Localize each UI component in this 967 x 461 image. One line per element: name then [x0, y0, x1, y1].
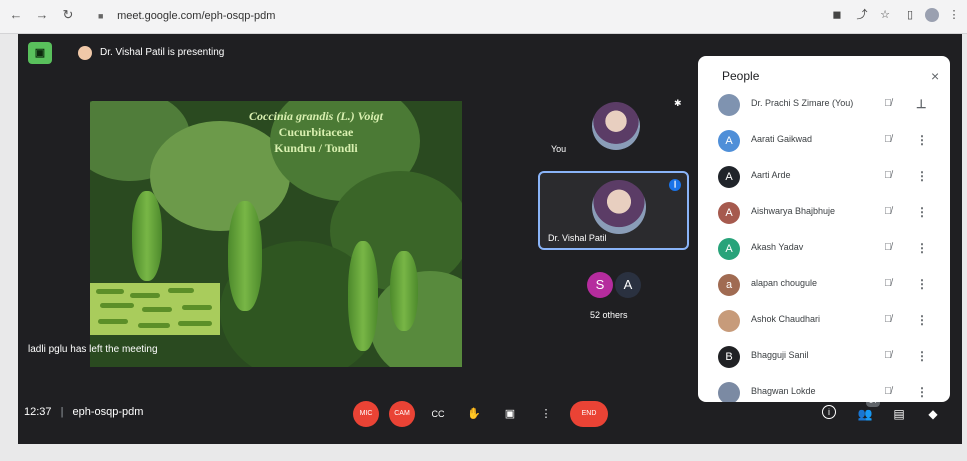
sidebar-icon[interactable]: ▯	[903, 8, 917, 22]
participant-avatar: B	[718, 346, 740, 368]
participant-row[interactable]: A Aarti Arde 🎙̸ ⋮	[698, 160, 950, 196]
participant-avatar: A	[718, 202, 740, 224]
participant-avatar: A	[718, 166, 740, 188]
info-icon[interactable]: i	[822, 405, 836, 419]
self-tile[interactable]: You ✱	[536, 94, 686, 164]
mic-off-icon[interactable]: 🎙̸	[881, 97, 895, 111]
mic-off-icon[interactable]: 🎙̸	[881, 205, 895, 219]
meeting-info: 12:37 | eph-osqp-pdm	[24, 406, 143, 418]
muted-mic-icon: ✱	[674, 98, 682, 108]
arrow-left-icon[interactable]: ←	[8, 7, 24, 23]
presenter-tile[interactable]: ❙ Dr. Vishal Patil	[538, 171, 689, 250]
lock-icon: ■	[98, 11, 104, 21]
participant-name: Ashok Chaudhari	[751, 314, 821, 324]
more-vert-icon[interactable]: ⋮	[916, 204, 928, 220]
more-options-button[interactable]: ⋮	[533, 401, 559, 427]
mic-off-icon[interactable]: 🎙̸	[881, 385, 895, 399]
camera-icon[interactable]: ◼	[830, 8, 844, 22]
mic-off-icon[interactable]: 🎙̸	[881, 133, 895, 147]
presenter-tile-avatar	[592, 180, 646, 234]
participant-avatar	[718, 310, 740, 332]
presenter-avatar	[78, 46, 92, 60]
participant-row[interactable]: A Aarati Gaikwad 🎙̸ ⋮	[698, 124, 950, 160]
others-count: 52 others	[590, 310, 628, 320]
mic-off-icon[interactable]: 🎙̸	[881, 277, 895, 291]
participant-name: Bhagwan Lokde	[751, 386, 816, 396]
star-icon[interactable]: ☆	[878, 8, 892, 22]
more-vert-icon[interactable]: ⋮	[916, 348, 928, 364]
participant-row[interactable]: Bhagwan Lokde 🎙̸ ⋮	[698, 376, 950, 402]
others-tile[interactable]: S A 52 others	[583, 272, 653, 322]
more-vert-icon[interactable]: ⋮	[916, 276, 928, 292]
others-avatar-a: A	[615, 272, 641, 298]
present-button[interactable]: ▣	[497, 401, 523, 427]
mic-off-icon[interactable]: 🎙̸	[881, 169, 895, 183]
participant-row[interactable]: B Bhagguji Sanil 🎙̸ ⋮	[698, 340, 950, 376]
profile-avatar[interactable]	[925, 8, 939, 22]
participant-avatar	[718, 382, 740, 402]
camera-off-button[interactable]: CAM	[389, 401, 415, 427]
speaking-indicator-icon: ❙	[669, 179, 681, 191]
slide-inset-image	[90, 283, 220, 335]
participant-row[interactable]: Dr. Prachi S Zimare (You) 🎙̸ ⊥	[698, 88, 950, 124]
more-vert-icon[interactable]: ⋮	[916, 312, 928, 328]
url-text: meet.google.com/eph-osqp-pdm	[117, 10, 276, 22]
more-vert-icon[interactable]: ⋮	[916, 240, 928, 256]
participant-row[interactable]: Ashok Chaudhari 🎙̸ ⋮	[698, 304, 950, 340]
slide-title-line1: Coccinia grandis (L.) Voigt	[248, 109, 383, 123]
mic-off-icon[interactable]: 🎙̸	[881, 241, 895, 255]
participant-row[interactable]: A Aishwarya Bhajbhuje 🎙̸ ⋮	[698, 196, 950, 232]
others-avatar-s: S	[587, 272, 613, 298]
end-call-button[interactable]: END	[570, 401, 608, 427]
participant-name: Aarati Gaikwad	[751, 134, 813, 144]
slide-title-line2: Cucurbitaceae	[278, 125, 354, 139]
people-panel-title: People	[722, 69, 760, 83]
address-bar[interactable]: ■ meet.google.com/eph-osqp-pdm	[98, 6, 818, 26]
participant-name: Akash Yadav	[751, 242, 804, 252]
participant-name: alapan chougule	[751, 278, 818, 288]
browser-toolbar: ← → ↻ ■ meet.google.com/eph-osqp-pdm ◼ ⤴…	[0, 0, 967, 34]
chat-icon[interactable]: ▤	[890, 405, 908, 423]
mic-off-button[interactable]: MIC	[353, 401, 379, 427]
participant-row[interactable]: a alapan chougule 🎙̸ ⋮	[698, 268, 950, 304]
participant-name: Aarti Arde	[751, 170, 791, 180]
mic-off-icon[interactable]: 🎙̸	[881, 313, 895, 327]
more-vert-icon[interactable]: ⋮	[916, 168, 928, 184]
pin-icon[interactable]: ⊥	[916, 96, 926, 112]
self-label: You	[551, 144, 567, 154]
close-icon[interactable]: ×	[931, 68, 939, 84]
reload-icon[interactable]: ↻	[60, 7, 76, 23]
presenter-tile-label: Dr. Vishal Patil	[548, 233, 607, 243]
bottom-bar: 12:37 | eph-osqp-pdm MIC CAM CC ✋ ▣ ⋮ EN…	[18, 397, 962, 444]
participant-name: Aishwarya Bhajbhuje	[751, 206, 836, 216]
participant-avatar: A	[718, 130, 740, 152]
participant-avatar	[718, 94, 740, 116]
participant-name: Bhagguji Sanil	[751, 350, 809, 360]
participant-avatar: a	[718, 274, 740, 296]
share-icon[interactable]: ⤴	[855, 8, 869, 22]
people-panel: People × Dr. Prachi S Zimare (You) 🎙̸ ⊥ …	[698, 56, 950, 402]
meet-logo-icon: ▣	[28, 42, 52, 64]
participant-avatar: A	[718, 238, 740, 260]
presenting-text: Dr. Vishal Patil is presenting	[100, 47, 225, 58]
meeting-time: 12:37	[24, 406, 52, 418]
more-vert-icon[interactable]: ⋮	[916, 384, 928, 400]
participant-name: Dr. Prachi S Zimare (You)	[751, 98, 854, 108]
more-vert-icon[interactable]: ⋮	[916, 132, 928, 148]
captions-button[interactable]: CC	[425, 401, 451, 427]
slide-title-line3: Kundru / Tondli	[274, 141, 358, 155]
left-meeting-toast: ladli pglu has left the meeting	[28, 344, 158, 355]
mic-off-icon[interactable]: 🎙̸	[881, 349, 895, 363]
self-avatar	[592, 102, 640, 150]
more-vert-icon[interactable]: ⋮	[947, 8, 961, 22]
arrow-right-icon[interactable]: →	[34, 7, 50, 23]
presentation-stage: Coccinia grandis (L.) Voigt Cucurbitacea…	[90, 101, 462, 367]
participant-row[interactable]: A Akash Yadav 🎙̸ ⋮	[698, 232, 950, 268]
meeting-separator: |	[60, 406, 64, 418]
raise-hand-button[interactable]: ✋	[461, 401, 487, 427]
people-icon[interactable]: 👥	[856, 405, 874, 423]
meeting-code: eph-osqp-pdm	[72, 406, 144, 418]
activities-icon[interactable]: ◆	[924, 405, 942, 423]
